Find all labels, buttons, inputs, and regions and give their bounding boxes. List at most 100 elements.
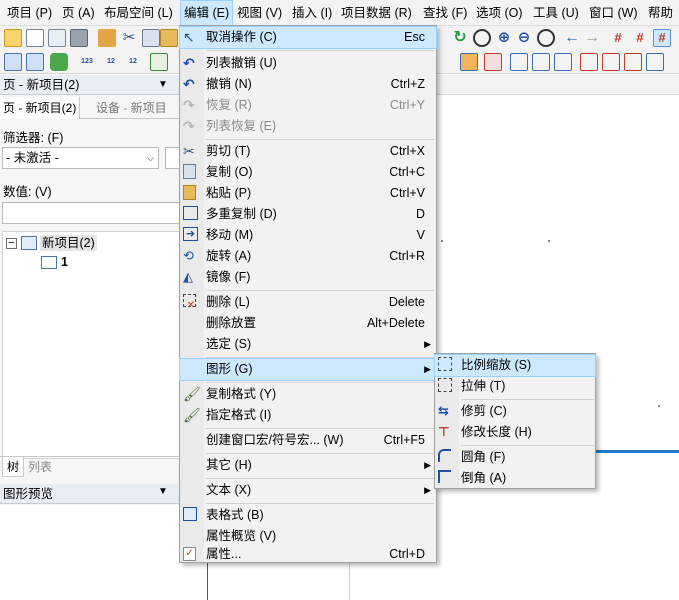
panel-dropdown-icon[interactable]: ▼ xyxy=(158,486,168,497)
menu-item-graphic[interactable]: 图形 (G) ▶ xyxy=(179,358,437,381)
device-h-icon[interactable] xyxy=(624,53,642,71)
new-project-icon[interactable] xyxy=(4,29,22,47)
menu-layout-space[interactable]: 布局空间 (L) xyxy=(101,0,176,26)
table-icon xyxy=(183,507,197,521)
menu-options[interactable]: 选项 (O) xyxy=(473,0,526,26)
filter-select[interactable]: - 未激活 - ⌵ xyxy=(2,147,159,169)
new-page-icon[interactable] xyxy=(26,29,44,47)
tree-project-node[interactable]: 新项目(2) xyxy=(40,235,97,251)
tree-page-node[interactable]: 1 xyxy=(61,255,68,269)
device-e-icon[interactable] xyxy=(554,53,572,71)
submenu-item-scale[interactable]: 比例缩放 (S) xyxy=(434,354,596,377)
zoom-100-icon[interactable] xyxy=(537,29,555,47)
menu-project[interactable]: 项目 (P) xyxy=(4,0,55,26)
panel-dropdown-icon[interactable]: ▼ xyxy=(158,79,168,90)
menu-tools[interactable]: 工具 (U) xyxy=(530,0,582,26)
numbering-12-icon[interactable]: 12 xyxy=(102,53,120,71)
menu-item-table-format[interactable]: 表格式 (B) xyxy=(180,505,436,526)
menu-item-properties[interactable]: ✓ 属性... Ctrl+D xyxy=(180,547,436,562)
menu-view[interactable]: 视图 (V) xyxy=(234,0,285,26)
menu-help[interactable]: 帮助 xyxy=(645,0,676,26)
device-g-icon[interactable] xyxy=(602,53,620,71)
device-d-icon[interactable] xyxy=(532,53,550,71)
menu-item-move[interactable]: ➜ 移动 (M) V xyxy=(180,225,436,246)
device-c-icon[interactable] xyxy=(510,53,528,71)
puzzle-icon[interactable] xyxy=(50,53,68,71)
menu-item-assign-format[interactable]: 🖌 指定格式 (I) xyxy=(180,405,436,426)
menu-item-delete[interactable]: ✕ 删除 (L) Delete xyxy=(180,292,436,313)
menu-item-select[interactable]: 选定 (S) ▶ xyxy=(180,334,436,355)
menu-item-paste[interactable]: 粘贴 (P) Ctrl+V xyxy=(180,183,436,204)
grid-c-icon[interactable]: # xyxy=(653,29,671,47)
submenu-item-stretch[interactable]: 拉伸 (T) xyxy=(435,376,595,397)
grid-b-icon[interactable]: # xyxy=(631,29,649,47)
cut-icon[interactable]: ✂ xyxy=(120,29,138,47)
grid-a-icon[interactable]: # xyxy=(609,29,627,47)
back-arrow-icon[interactable]: ← xyxy=(563,29,581,47)
value-input[interactable] xyxy=(2,202,182,224)
menu-item-redo[interactable]: ↷ 恢复 (R) Ctrl+Y xyxy=(180,95,436,116)
check-icon[interactable] xyxy=(150,53,168,71)
menu-item-copy[interactable]: 复制 (O) Ctrl+C xyxy=(180,162,436,183)
forward-arrow-icon[interactable]: → xyxy=(583,29,601,47)
menu-edit[interactable]: 编辑 (E) xyxy=(180,0,234,26)
cut-icon: ✂ xyxy=(183,143,195,159)
collapse-icon[interactable]: − xyxy=(6,238,17,249)
menu-item-create-macro[interactable]: 创建窗口宏/符号宏... (W) Ctrl+F5 xyxy=(180,430,436,451)
menu-page[interactable]: 页 (A) xyxy=(59,0,98,26)
numbering-123-icon[interactable]: 123 xyxy=(78,53,96,71)
menu-item-cancel[interactable]: ↖ 取消操作 (C) Esc xyxy=(179,26,437,49)
menu-item-list-undo[interactable]: ↶ 列表撤销 (U) xyxy=(180,53,436,74)
menu-item-rotate[interactable]: ⟲ 旋转 (A) Ctrl+R xyxy=(180,246,436,267)
tab-devices[interactable]: 设备 - 新项目 xyxy=(96,97,167,119)
menu-separator xyxy=(206,382,434,383)
open-page-icon[interactable] xyxy=(48,29,66,47)
submenu-arrow-icon: ▶ xyxy=(424,339,431,349)
print-icon[interactable] xyxy=(70,29,88,47)
preview-area xyxy=(0,505,182,600)
menu-item-mirror[interactable]: ◭ 镜像 (F) xyxy=(180,267,436,288)
menu-separator xyxy=(206,357,434,358)
menu-item-delete-placement[interactable]: 删除放置 Alt+Delete xyxy=(180,313,436,334)
zoom-out-icon[interactable]: ⊖ xyxy=(515,29,533,47)
menu-find[interactable]: 查找 (F) xyxy=(420,0,470,26)
menu-separator xyxy=(206,50,434,51)
submenu-separator xyxy=(461,445,594,446)
chevron-down-icon: ⌵ xyxy=(147,153,154,163)
paste-icon[interactable] xyxy=(160,29,178,47)
tab-list[interactable]: 列表 xyxy=(26,457,54,477)
menu-item-text[interactable]: 文本 (X) ▶ xyxy=(180,480,436,501)
menu-item-copy-format[interactable]: 🖌 复制格式 (Y) xyxy=(180,384,436,405)
submenu-item-fillet[interactable]: 圆角 (F) xyxy=(435,447,595,468)
tab-pages[interactable]: 页 - 新项目(2) xyxy=(0,97,81,119)
copy-icon xyxy=(183,164,196,179)
device-a-icon[interactable] xyxy=(460,53,478,71)
device-f-icon[interactable] xyxy=(580,53,598,71)
device-i-icon[interactable] xyxy=(646,53,664,71)
rotate-icon: ⟲ xyxy=(183,248,194,263)
menu-project-data[interactable]: 项目数据 (R) xyxy=(338,0,415,26)
menu-item-multi-copy[interactable]: 多重复制 (D) D xyxy=(180,204,436,225)
menu-item-other[interactable]: 其它 (H) ▶ xyxy=(180,455,436,476)
zoom-window-icon[interactable] xyxy=(473,29,491,47)
submenu-item-trim[interactable]: ⇆ 修剪 (C) xyxy=(435,401,595,422)
undo-icon: ↶ xyxy=(183,76,195,92)
window-macro-icon[interactable] xyxy=(26,53,44,71)
wrench-icon[interactable] xyxy=(98,29,116,47)
menu-item-undo[interactable]: ↶ 撤销 (N) Ctrl+Z xyxy=(180,74,436,95)
menu-item-list-redo[interactable]: ↷ 列表恢复 (E) xyxy=(180,116,436,137)
menu-item-property-overview[interactable]: 属性概览 (V) xyxy=(180,526,436,547)
panel-title: 页 - 新项目(2) xyxy=(0,75,181,95)
menu-item-cut[interactable]: ✂ 剪切 (T) Ctrl+X xyxy=(180,141,436,162)
device-b-icon[interactable] xyxy=(484,53,502,71)
submenu-item-chamfer[interactable]: 倒角 (A) xyxy=(435,468,595,489)
numbering-12b-icon[interactable]: 12 xyxy=(124,53,142,71)
zoom-in-icon[interactable]: ⊕ xyxy=(495,29,513,47)
submenu-item-modify-length[interactable]: ⊤ 修改长度 (H) xyxy=(435,422,595,443)
refresh-icon[interactable]: ↻ xyxy=(451,29,469,47)
menu-window[interactable]: 窗口 (W) xyxy=(586,0,641,26)
tab-tree[interactable]: 树 xyxy=(2,457,25,477)
menu-insert[interactable]: 插入 (I) xyxy=(289,0,335,26)
window-icon[interactable] xyxy=(4,53,22,71)
copy-icon[interactable] xyxy=(142,29,160,47)
